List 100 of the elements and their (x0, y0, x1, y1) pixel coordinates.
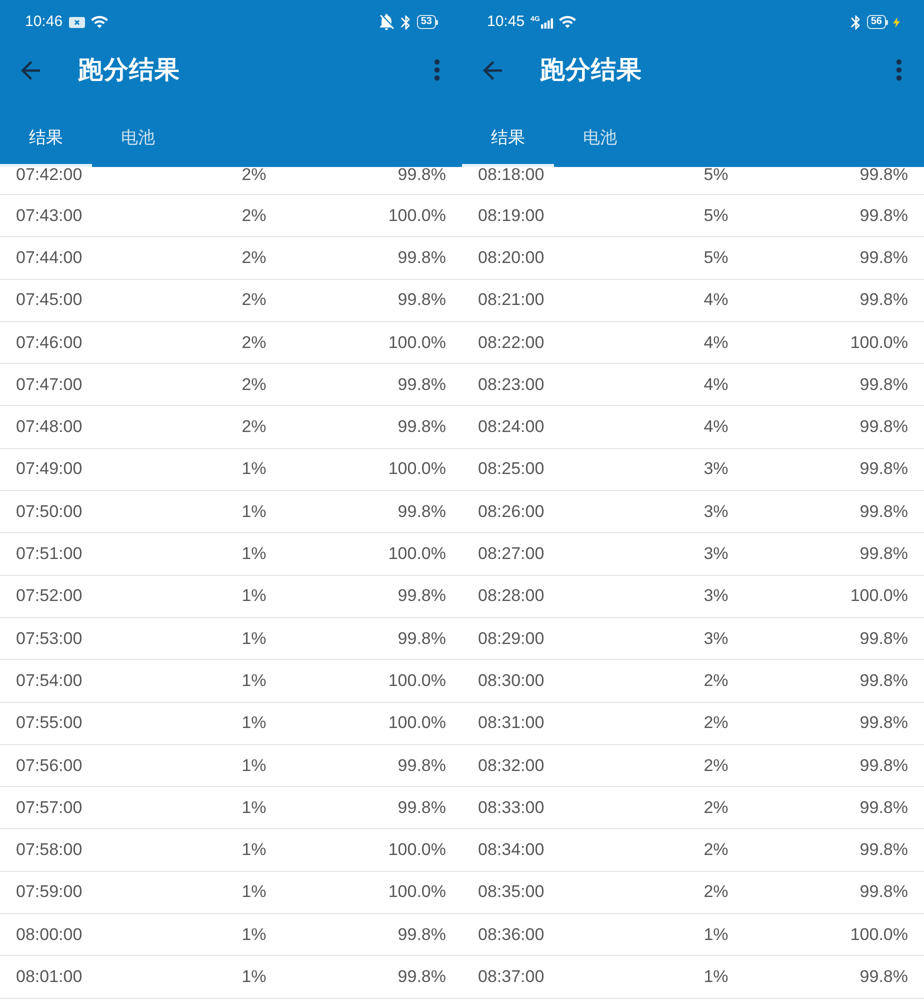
bluetooth-icon (400, 14, 410, 30)
percent-reading: 99.8% (398, 586, 446, 606)
tab[interactable]: 结果 (0, 98, 92, 167)
percent-value: 5% (702, 167, 730, 183)
notification-icon (68, 16, 85, 28)
percent-value: 2% (240, 374, 268, 395)
percent-reading: 100.0% (850, 586, 908, 606)
percent-value: 2% (240, 290, 268, 310)
muted-bell-icon (378, 14, 394, 30)
percent-reading: 99.8% (860, 544, 908, 564)
percent-reading: 99.8% (860, 713, 908, 734)
time-value: 08:28:00 (478, 586, 546, 606)
percent-reading: 99.8% (860, 756, 908, 776)
percent-value: 3% (702, 544, 730, 564)
percent-reading: 99.8% (398, 798, 446, 818)
status-time: 10:45 (487, 13, 525, 31)
percent-reading: 99.8% (860, 670, 908, 691)
percent-reading: 99.8% (860, 374, 908, 395)
percent-value: 5% (702, 206, 730, 226)
percent-value: 3% (702, 586, 730, 606)
time-value: 08:34:00 (478, 840, 546, 860)
percent-reading: 99.8% (398, 417, 446, 438)
percent-reading: 99.8% (398, 167, 446, 183)
time-value: 07:58:00 (16, 840, 84, 860)
tab[interactable]: 电池 (92, 98, 184, 167)
time-value: 08:21:00 (478, 290, 546, 310)
time-value: 07:59:00 (16, 882, 84, 902)
percent-reading: 99.8% (398, 248, 446, 268)
percent-value: 1% (240, 882, 268, 902)
time-value: 07:56:00 (16, 756, 84, 776)
percent-value: 3% (702, 502, 730, 522)
percent-reading: 99.8% (398, 924, 446, 945)
time-value: 08:23:00 (478, 374, 546, 395)
time-value: 07:51:00 (16, 544, 84, 564)
percent-value: 3% (702, 628, 730, 649)
battery-indicator: 53 (416, 15, 438, 29)
percent-value: 1% (240, 586, 268, 606)
percent-reading: 99.8% (860, 290, 908, 310)
percent-value: 2% (702, 882, 730, 902)
percent-value: 2% (702, 798, 730, 818)
percent-value: 1% (240, 628, 268, 649)
percent-reading: 99.8% (398, 290, 446, 310)
time-value: 07:55:00 (16, 713, 84, 734)
percent-reading: 99.8% (860, 840, 908, 860)
back-arrow-icon (20, 60, 41, 80)
percent-reading: 100.0% (388, 713, 446, 734)
percent-reading: 99.8% (860, 206, 908, 226)
percent-reading: 99.8% (860, 628, 908, 649)
percent-value: 1% (702, 924, 730, 945)
percent-value: 2% (702, 756, 730, 776)
percent-value: 2% (240, 167, 268, 183)
time-value: 08:30:00 (478, 670, 546, 691)
tab[interactable]: 电池 (554, 98, 646, 167)
time-value: 07:46:00 (16, 332, 84, 353)
time-value: 07:49:00 (16, 459, 84, 480)
time-value: 07:42:00 (16, 167, 84, 183)
time-value: 08:27:00 (478, 544, 546, 564)
signal-bars-icon (540, 18, 553, 28)
percent-reading: 100.0% (388, 332, 446, 353)
percent-reading: 99.8% (860, 502, 908, 522)
percent-value: 4% (702, 332, 730, 353)
bluetooth-icon (850, 14, 860, 30)
time-value: 07:44:00 (16, 248, 84, 268)
percent-reading: 100.0% (388, 544, 446, 564)
percent-value: 1% (240, 544, 268, 564)
time-value: 08:01:00 (16, 966, 84, 987)
time-value: 08:20:00 (478, 248, 546, 268)
percent-value: 4% (702, 374, 730, 395)
tab[interactable]: 结果 (462, 98, 554, 167)
percent-reading: 99.8% (860, 882, 908, 902)
percent-value: 1% (240, 966, 268, 987)
time-value: 07:53:00 (16, 628, 84, 649)
time-value: 07:43:00 (16, 206, 84, 226)
time-value: 08:31:00 (478, 713, 546, 734)
percent-value: 5% (702, 248, 730, 268)
percent-value: 1% (240, 670, 268, 691)
more-vertical-icon (896, 59, 902, 81)
percent-value: 1% (240, 798, 268, 818)
percent-value: 1% (702, 966, 730, 987)
screen-title: 跑分结果 (540, 55, 642, 86)
status-time: 10:46 (25, 13, 63, 31)
more-vertical-icon (434, 59, 440, 81)
battery-indicator: 56 (866, 15, 888, 29)
percent-value: 3% (702, 459, 730, 480)
percent-reading: 99.8% (860, 459, 908, 480)
percent-value: 1% (240, 713, 268, 734)
percent-value: 4% (702, 417, 730, 438)
percent-reading: 99.8% (860, 798, 908, 818)
percent-reading: 99.8% (398, 966, 446, 987)
percent-reading: 99.8% (398, 374, 446, 395)
wifi-icon (558, 16, 576, 28)
percent-reading: 99.8% (860, 248, 908, 268)
percent-value: 2% (702, 713, 730, 734)
percent-value: 1% (240, 459, 268, 480)
time-value: 08:22:00 (478, 332, 546, 353)
time-value: 08:24:00 (478, 417, 546, 438)
time-value: 08:35:00 (478, 882, 546, 902)
time-value: 07:52:00 (16, 586, 84, 606)
percent-reading: 99.8% (860, 417, 908, 438)
percent-reading: 100.0% (388, 882, 446, 902)
